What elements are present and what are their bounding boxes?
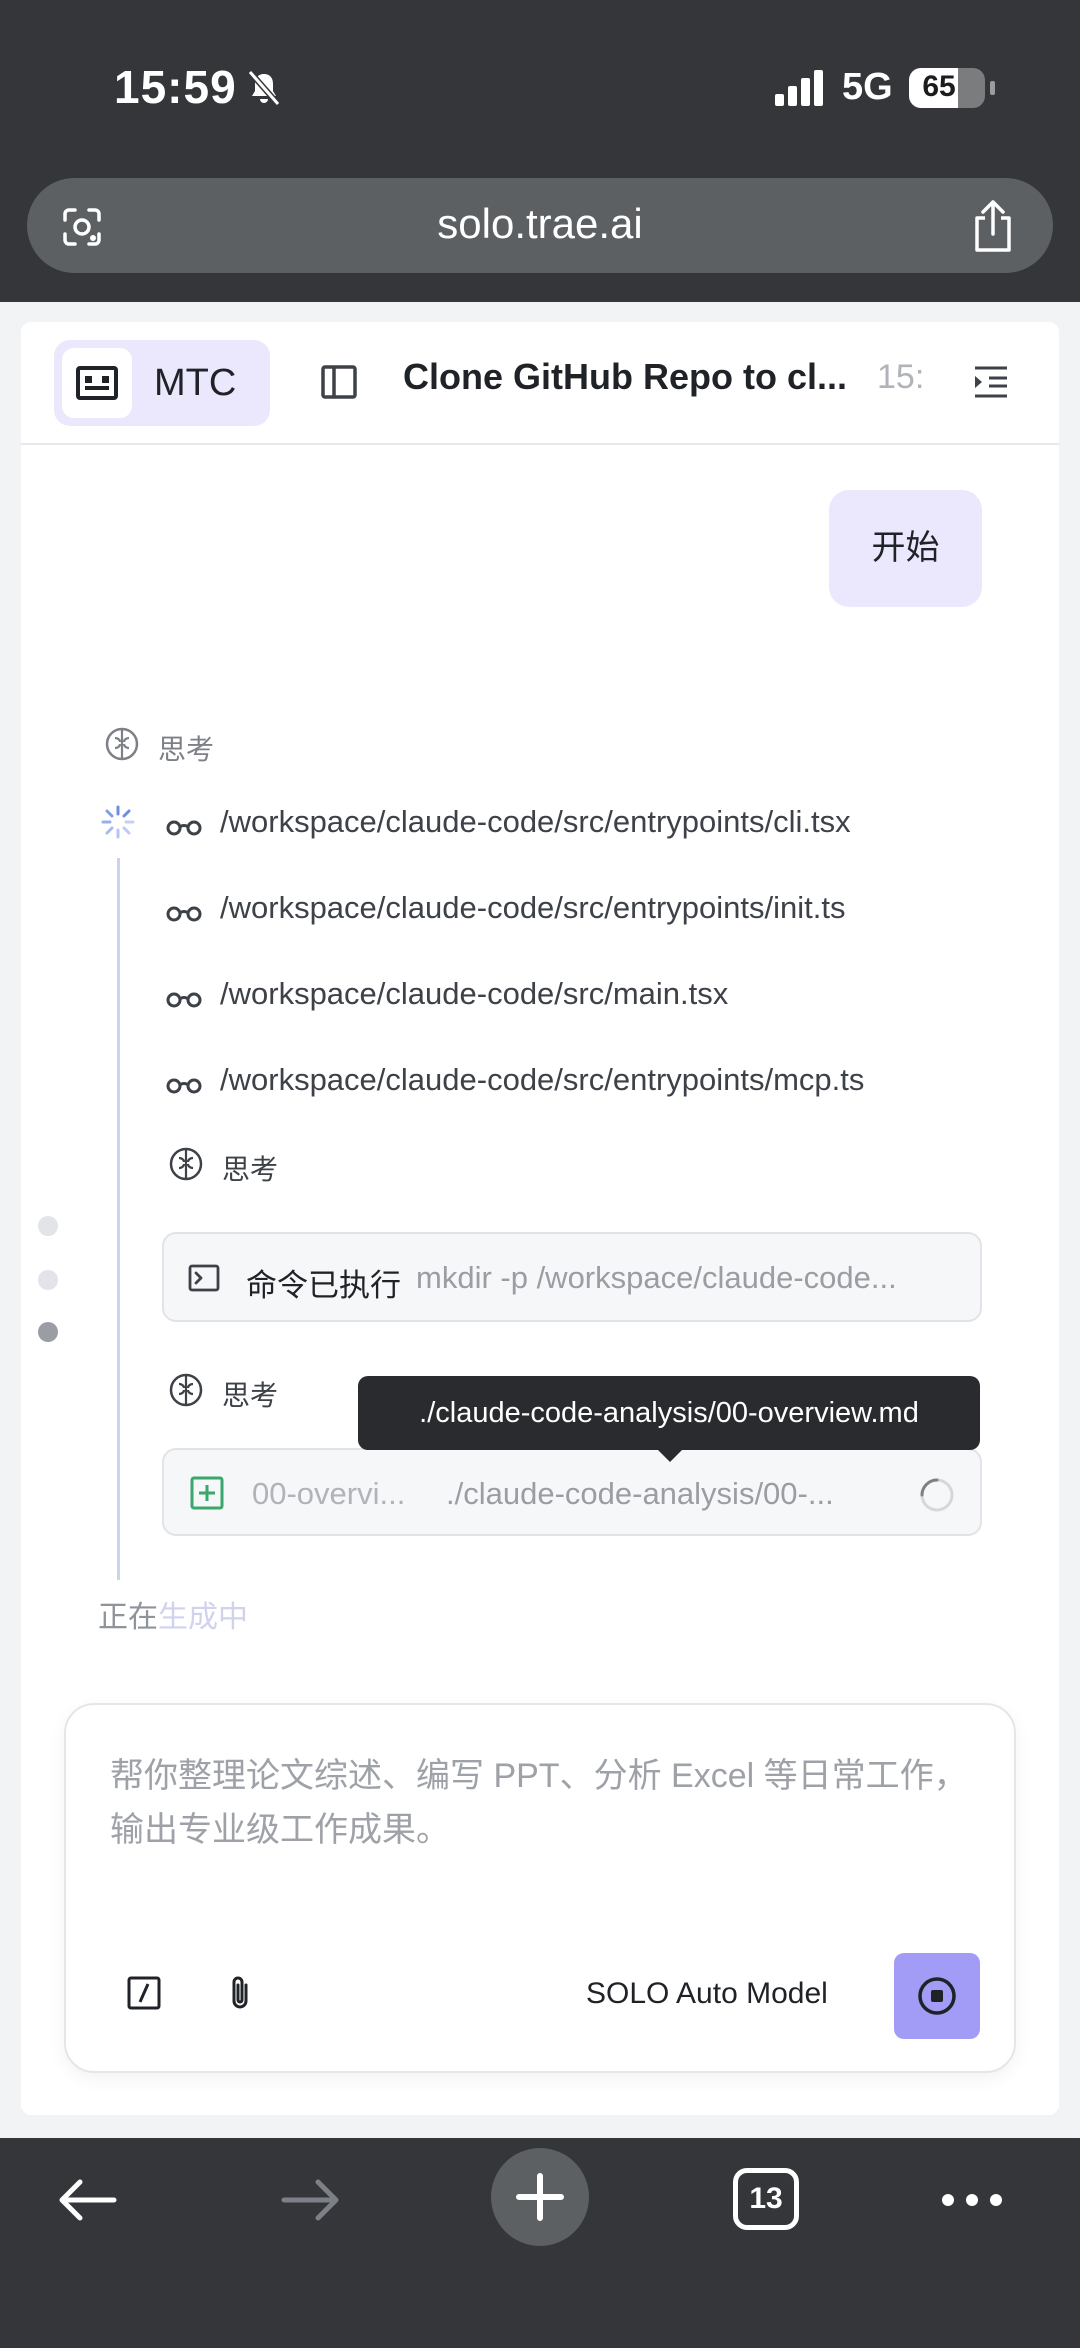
file-path: /workspace/claude-code/src/entrypoints/m… [220,1062,865,1097]
glasses-icon [166,992,202,1008]
composer-placeholder[interactable]: 帮你整理论文综述、编写 PPT、分析 Excel 等日常工作，输出专业级工作成果… [110,1749,970,1857]
glasses-icon [166,820,202,836]
chat-header: MTC Clone GitHub Repo to cl... 15: [21,322,1059,445]
more-options-icon[interactable] [940,2188,1004,2212]
thinking-label: 思考 [222,1154,279,1185]
session-time: 15: [877,358,925,396]
file-create-card[interactable]: 00-overvi... ./claude-code-analysis/00-.… [162,1448,982,1536]
workspace-pill[interactable]: MTC [54,340,270,426]
generating-prefix: 正在 [98,1601,158,1634]
tooltip-text: ./claude-code-analysis/00-overview.md [419,1397,919,1429]
command-label: 命令已执行 [246,1268,401,1303]
url-text[interactable]: solo.trae.ai [27,200,1053,248]
monitor-icon [76,366,118,400]
status-bar: 15:59 5G 65 [0,0,1080,175]
glasses-icon [166,1078,202,1094]
attachment-icon[interactable] [222,1973,258,2013]
new-tab-button[interactable] [491,2148,589,2246]
file-path: /workspace/claude-code/src/entrypoints/i… [220,890,846,925]
tabs-count-button[interactable]: 13 [733,2168,799,2230]
outline-toggle-icon[interactable] [971,364,1011,400]
steps-timeline [117,858,120,1580]
file-plus-icon [190,1476,224,1510]
back-arrow-icon[interactable] [54,2174,118,2226]
signal-bars-icon [775,70,823,106]
browser-toolbar: 13 [0,2138,1080,2348]
plus-icon [516,2173,564,2221]
command-text: mkdir -p /workspace/claude-code... [416,1260,897,1295]
thinking-label: 思考 [222,1380,279,1411]
session-title: Clone GitHub Repo to cl... [403,356,847,397]
brain-icon [169,1147,203,1181]
battery-percent: 65 [922,70,956,103]
terminal-icon [188,1264,220,1292]
nav-dot-active[interactable] [38,1322,58,1342]
file-path: ./claude-code-analysis/00-... [446,1476,834,1511]
status-time: 15:59 [114,61,237,113]
file-path-tooltip: ./claude-code-analysis/00-overview.md [358,1376,980,1462]
nav-dot[interactable] [38,1270,58,1290]
file-path: /workspace/claude-code/src/entrypoints/c… [220,804,851,839]
share-icon[interactable] [969,198,1017,254]
stop-button[interactable] [894,1953,980,2039]
command-executed-card[interactable]: 命令已执行 mkdir -p /workspace/claude-code... [162,1232,982,1322]
stop-icon [918,1977,956,2015]
network-type: 5G [842,66,893,108]
loading-spinner-icon [101,805,135,839]
scroll-dots-nav[interactable] [36,1216,60,1342]
address-bar[interactable]: solo.trae.ai [27,178,1053,273]
sidebar-toggle-icon[interactable] [319,362,359,402]
brain-icon [105,727,139,761]
file-path: /workspace/claude-code/src/main.tsx [220,976,729,1011]
workspace-icon-box [62,348,132,418]
brain-icon [169,1373,203,1407]
message-composer[interactable]: 帮你整理论文综述、编写 PPT、分析 Excel 等日常工作，输出专业级工作成果… [64,1703,1016,2073]
slash-command-icon[interactable] [126,1975,162,2011]
workspace-label: MTC [154,362,237,404]
model-selector[interactable]: SOLO Auto Model [586,1977,828,2011]
nav-dot[interactable] [38,1216,58,1236]
forward-arrow-icon[interactable] [280,2174,344,2226]
user-message-bubble: 开始 [829,490,982,607]
bell-slash-icon [247,70,281,106]
loading-circle-icon [920,1478,954,1512]
generating-suffix: 生成中 [158,1601,248,1634]
thinking-label: 思考 [158,734,215,765]
file-name: 00-overvi... [252,1476,406,1511]
glasses-icon [166,906,202,922]
battery-indicator: 65 [909,68,995,108]
generating-status: 正在生成中 [98,1592,248,1636]
